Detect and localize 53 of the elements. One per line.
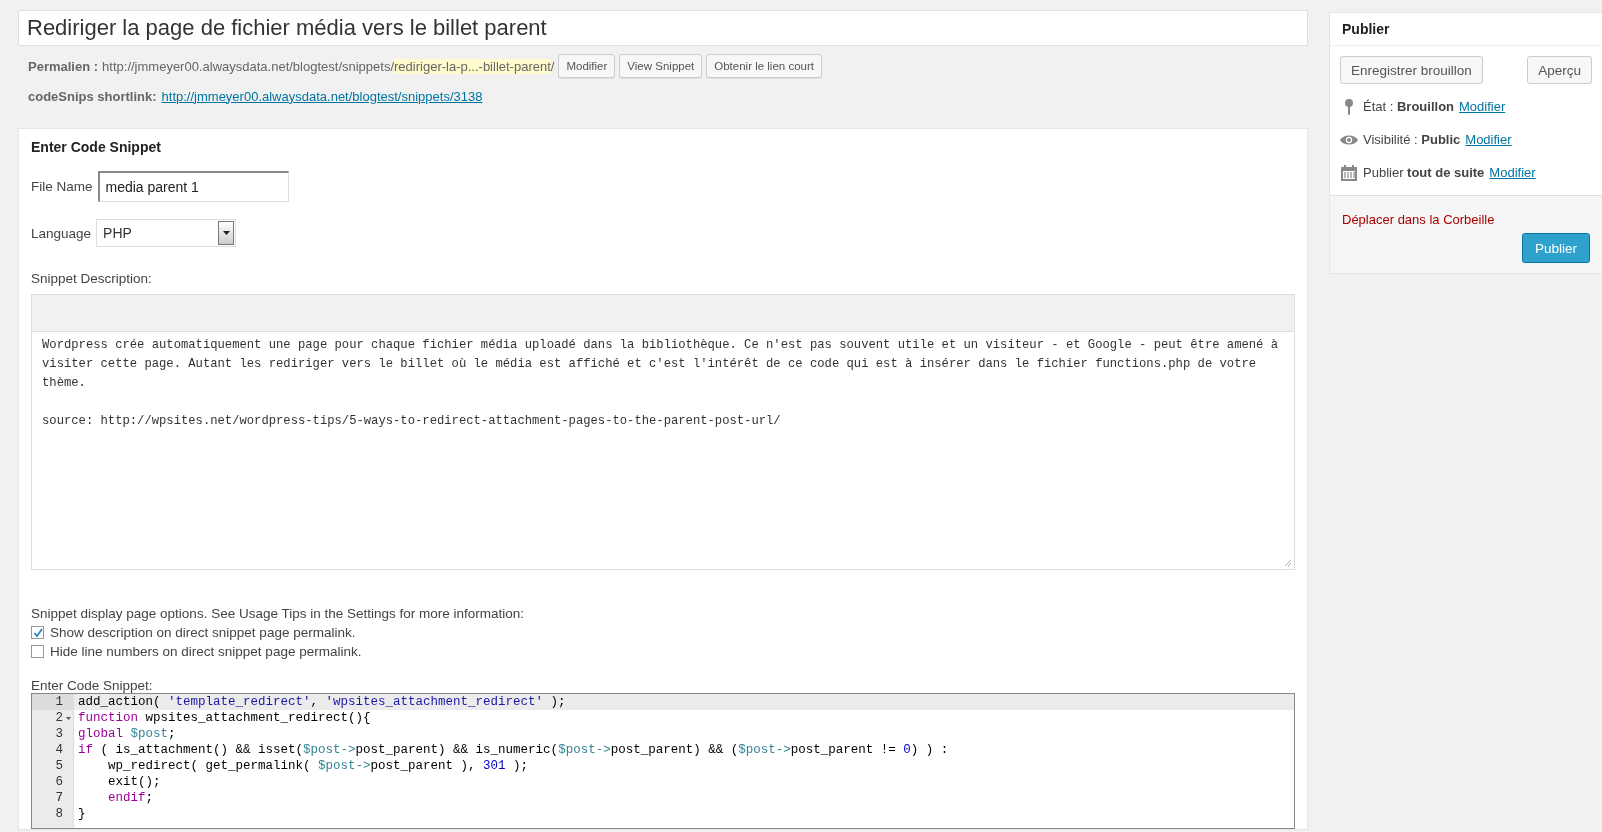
edit-link[interactable]: Modifier [1489, 165, 1536, 180]
code-text: add_action( 'template_redirect', 'wpsites_attachment_redirect' ); [78, 694, 566, 710]
calendar-icon [1340, 164, 1358, 181]
code-text: wp_redirect( get_permalink( $post->post_parent ), 301 ); [107, 758, 529, 774]
line-number: 5 [55, 759, 63, 773]
field-label: File Name [31, 179, 93, 194]
language-select[interactable]: PHP [96, 219, 237, 247]
checkbox-label: Show description on direct snippet page permalink. [50, 625, 356, 640]
edit-link[interactable]: Modifier [1459, 99, 1506, 114]
status-text: État : Brouillon [1363, 99, 1454, 114]
code-text: exit(); [107, 774, 161, 790]
code-text: } [78, 806, 86, 822]
status-text: Publier tout de suite [1363, 165, 1485, 180]
code-editor[interactable] [31, 693, 1295, 829]
field-label: Enter Code Snippet: [31, 678, 154, 693]
code-text: function wpsites_attachment_redirect(){ [78, 710, 371, 726]
secondary-button[interactable]: Aperçu [1527, 56, 1592, 84]
description-paragraph: source: http://wpsites.net/wordpress-tips/5-ways-to-redirect-attachment-pages-to-the-parent-post-url/ [42, 413, 782, 430]
line-number: 4 [55, 743, 63, 757]
panel-title: Publier [1330, 13, 1602, 46]
line-number: 7 [55, 791, 63, 805]
line-number: 6 [55, 775, 63, 789]
permalink-url: http://jmmeyer00.alwaysdata.net/blogtest/snippets/rediriger-la-p...-billet-parent/ [102, 58, 555, 74]
code-text: if ( is_attachment() && isset($post->post_parent) && is_numeric($post->post_parent) && ($post->post_parent != 0) ) : [78, 742, 949, 758]
fold-caret-icon[interactable] [63, 716, 73, 720]
field-label: Snippet Description: [31, 271, 153, 286]
options-text: Snippet display page options. See Usage Tips in the Settings for more information: [31, 606, 526, 621]
code-text: global $post; [78, 726, 176, 742]
field-label: Language [31, 225, 92, 241]
checkbox[interactable] [31, 645, 44, 658]
checkbox[interactable] [31, 626, 44, 639]
permalink-button[interactable]: Modifier [558, 54, 616, 78]
shortlink-label: codeSnips shortlink: [28, 88, 157, 104]
file-name-field[interactable]: media parent 1 [97, 171, 289, 202]
trash-link[interactable]: Déplacer dans la Corbeille [1342, 212, 1495, 227]
panel-title: Enter Code Snippet [30, 138, 162, 157]
edit-link[interactable]: Modifier [1465, 132, 1512, 147]
line-number: 3 [55, 727, 63, 741]
permalink-label: Permalien : [28, 58, 99, 74]
line-number: 2 [55, 711, 63, 725]
permalink-button[interactable]: View Snippet [619, 54, 703, 78]
permalink-button[interactable]: Obtenir le lien court [706, 54, 822, 78]
eye-icon [1340, 133, 1358, 146]
secondary-button[interactable]: Enregistrer brouillon [1340, 56, 1483, 84]
line-number: 1 [55, 695, 63, 709]
title-field[interactable]: Rediriger la page de fichier média vers le billet parent [18, 10, 1308, 46]
line-number: 8 [55, 807, 63, 821]
checkbox-label: Hide line numbers on direct snippet page permalink. [50, 644, 362, 659]
resize-grip-icon[interactable] [1284, 559, 1292, 567]
status-text: Visibilité : Public [1363, 132, 1461, 147]
code-text: endif; [107, 790, 154, 806]
description-paragraph: Wordpress crée automatiquement une page pour chaque fichier média uploadé dans la bibliothèque. Ce n'est pas souvent utile et un visiteur - et Google - peut être amené à visiter cette page. Autant les rediriger vers le billet où le média est affiché et c'est l'intérêt de ce code qui est à insérer dans le fichier functions.php de votre thème. [42, 337, 1279, 392]
shortlink-link[interactable]: http://jmmeyer00.alwaysdata.net/blogtest/snippets/3138 [161, 88, 483, 104]
